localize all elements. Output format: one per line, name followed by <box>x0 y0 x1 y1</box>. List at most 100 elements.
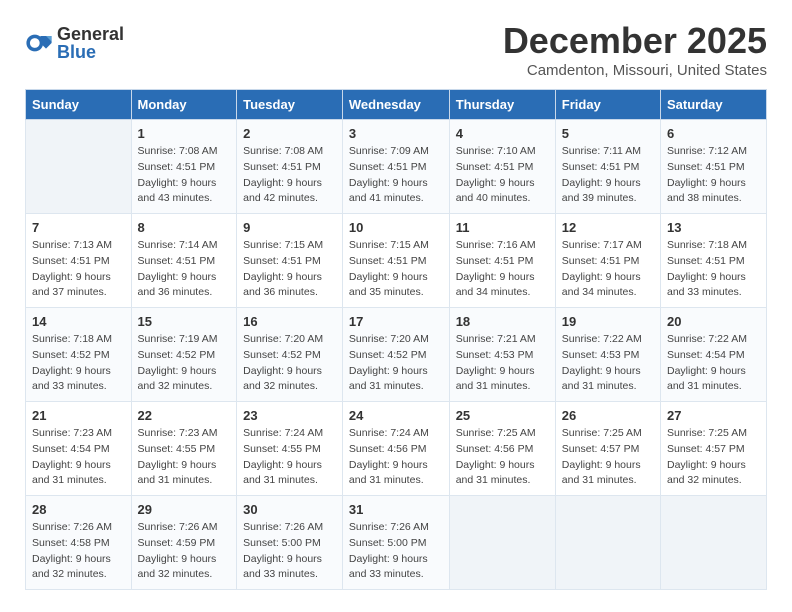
day-number: 13 <box>667 220 760 235</box>
day-number: 16 <box>243 314 336 329</box>
day-number: 15 <box>138 314 231 329</box>
calendar-cell: 13 Sunrise: 7:18 AMSunset: 4:51 PMDayligh… <box>660 214 766 308</box>
day-info: Sunrise: 7:25 AMSunset: 4:57 PMDaylight:… <box>667 426 760 489</box>
day-number: 29 <box>138 502 231 517</box>
logo-blue: Blue <box>57 43 124 61</box>
day-number: 5 <box>562 126 654 141</box>
calendar-cell: 16 Sunrise: 7:20 AMSunset: 4:52 PMDayligh… <box>237 308 343 402</box>
calendar-cell: 17Sunrise: 7:20 AMSunset: 4:52 PMDayligh… <box>342 308 449 402</box>
day-number: 24 <box>349 408 443 423</box>
calendar-week-3: 14Sunrise: 7:18 AMSunset: 4:52 PMDayligh… <box>26 308 767 402</box>
logo-icon <box>25 29 53 57</box>
calendar-cell: 30 Sunrise: 7:26 AMSunset: 5:00 PMDayligh… <box>237 496 343 590</box>
calendar-cell: 4 Sunrise: 7:10 AMSunset: 4:51 PMDaylight… <box>449 120 555 214</box>
calendar-cell: 29Sunrise: 7:26 AMSunset: 4:59 PMDayligh… <box>131 496 237 590</box>
day-info: Sunrise: 7:20 AMSunset: 4:52 PMDaylight:… <box>243 332 336 395</box>
calendar-week-4: 21 Sunrise: 7:23 AMSunset: 4:54 PMDayligh… <box>26 402 767 496</box>
day-number: 9 <box>243 220 336 235</box>
calendar-cell: 26 Sunrise: 7:25 AMSunset: 4:57 PMDayligh… <box>555 402 660 496</box>
day-info: Sunrise: 7:16 AMSunset: 4:51 PMDaylight:… <box>456 238 549 301</box>
day-number: 20 <box>667 314 760 329</box>
calendar-cell: 24 Sunrise: 7:24 AMSunset: 4:56 PMDayligh… <box>342 402 449 496</box>
day-info: Sunrise: 7:19 AMSunset: 4:52 PMDaylight:… <box>138 332 231 395</box>
day-number: 27 <box>667 408 760 423</box>
day-number: 21 <box>32 408 125 423</box>
month-title: December 2025 <box>503 20 767 62</box>
calendar-cell: 31Sunrise: 7:26 AMSunset: 5:00 PMDayligh… <box>342 496 449 590</box>
calendar-cell: 12Sunrise: 7:17 AMSunset: 4:51 PMDayligh… <box>555 214 660 308</box>
day-info: Sunrise: 7:25 AMSunset: 4:57 PMDaylight:… <box>562 426 654 489</box>
day-info: Sunrise: 7:10 AMSunset: 4:51 PMDaylight:… <box>456 144 549 207</box>
calendar-cell: 23Sunrise: 7:24 AMSunset: 4:55 PMDayligh… <box>237 402 343 496</box>
weekday-header-thursday: Thursday <box>449 90 555 120</box>
day-info: Sunrise: 7:18 AMSunset: 4:52 PMDaylight:… <box>32 332 125 395</box>
day-info: Sunrise: 7:18 AMSunset: 4:51 PMDaylight:… <box>667 238 760 301</box>
weekday-header-wednesday: Wednesday <box>342 90 449 120</box>
day-number: 18 <box>456 314 549 329</box>
day-number: 8 <box>138 220 231 235</box>
calendar-cell <box>660 496 766 590</box>
day-info: Sunrise: 7:13 AMSunset: 4:51 PMDaylight:… <box>32 238 125 301</box>
weekday-header-friday: Friday <box>555 90 660 120</box>
day-number: 3 <box>349 126 443 141</box>
day-info: Sunrise: 7:15 AMSunset: 4:51 PMDaylight:… <box>243 238 336 301</box>
day-number: 10 <box>349 220 443 235</box>
calendar-cell: 5 Sunrise: 7:11 AMSunset: 4:51 PMDaylight… <box>555 120 660 214</box>
calendar-cell: 3 Sunrise: 7:09 AMSunset: 4:51 PMDaylight… <box>342 120 449 214</box>
calendar: SundayMondayTuesdayWednesdayThursdayFrid… <box>25 89 767 590</box>
day-info: Sunrise: 7:14 AMSunset: 4:51 PMDaylight:… <box>138 238 231 301</box>
calendar-cell: 20 Sunrise: 7:22 AMSunset: 4:54 PMDayligh… <box>660 308 766 402</box>
calendar-cell: 22Sunrise: 7:23 AMSunset: 4:55 PMDayligh… <box>131 402 237 496</box>
calendar-cell: 19Sunrise: 7:22 AMSunset: 4:53 PMDayligh… <box>555 308 660 402</box>
day-number: 12 <box>562 220 654 235</box>
logo-text: General Blue <box>57 25 124 61</box>
calendar-cell: 6 Sunrise: 7:12 AMSunset: 4:51 PMDaylight… <box>660 120 766 214</box>
day-info: Sunrise: 7:15 AMSunset: 4:51 PMDaylight:… <box>349 238 443 301</box>
day-number: 31 <box>349 502 443 517</box>
day-number: 11 <box>456 220 549 235</box>
day-number: 23 <box>243 408 336 423</box>
day-number: 26 <box>562 408 654 423</box>
day-number: 4 <box>456 126 549 141</box>
location-subtitle: Camdenton, Missouri, United States <box>503 62 767 79</box>
day-info: Sunrise: 7:24 AMSunset: 4:56 PMDaylight:… <box>349 426 443 489</box>
calendar-cell: 1 Sunrise: 7:08 AMSunset: 4:51 PMDaylight… <box>131 120 237 214</box>
day-info: Sunrise: 7:11 AMSunset: 4:51 PMDaylight:… <box>562 144 654 207</box>
title-area: December 2025 Camdenton, Missouri, Unite… <box>503 20 767 79</box>
day-info: Sunrise: 7:23 AMSunset: 4:54 PMDaylight:… <box>32 426 125 489</box>
calendar-cell: 27 Sunrise: 7:25 AMSunset: 4:57 PMDayligh… <box>660 402 766 496</box>
weekday-header-saturday: Saturday <box>660 90 766 120</box>
day-info: Sunrise: 7:21 AMSunset: 4:53 PMDaylight:… <box>456 332 549 395</box>
day-number: 6 <box>667 126 760 141</box>
calendar-cell: 7Sunrise: 7:13 AMSunset: 4:51 PMDaylight… <box>26 214 132 308</box>
day-info: Sunrise: 7:12 AMSunset: 4:51 PMDaylight:… <box>667 144 760 207</box>
weekday-header-row: SundayMondayTuesdayWednesdayThursdayFrid… <box>26 90 767 120</box>
day-number: 1 <box>138 126 231 141</box>
day-number: 2 <box>243 126 336 141</box>
day-number: 30 <box>243 502 336 517</box>
day-info: Sunrise: 7:22 AMSunset: 4:54 PMDaylight:… <box>667 332 760 395</box>
weekday-header-tuesday: Tuesday <box>237 90 343 120</box>
calendar-cell: 28Sunrise: 7:26 AMSunset: 4:58 PMDayligh… <box>26 496 132 590</box>
calendar-cell <box>555 496 660 590</box>
logo: General Blue <box>25 25 124 61</box>
day-number: 25 <box>456 408 549 423</box>
day-info: Sunrise: 7:08 AMSunset: 4:51 PMDaylight:… <box>138 144 231 207</box>
day-info: Sunrise: 7:23 AMSunset: 4:55 PMDaylight:… <box>138 426 231 489</box>
calendar-week-5: 28Sunrise: 7:26 AMSunset: 4:58 PMDayligh… <box>26 496 767 590</box>
day-info: Sunrise: 7:25 AMSunset: 4:56 PMDaylight:… <box>456 426 549 489</box>
calendar-cell <box>449 496 555 590</box>
calendar-header: SundayMondayTuesdayWednesdayThursdayFrid… <box>26 90 767 120</box>
calendar-cell: 2 Sunrise: 7:08 AMSunset: 4:51 PMDaylight… <box>237 120 343 214</box>
day-number: 19 <box>562 314 654 329</box>
calendar-cell: 11 Sunrise: 7:16 AMSunset: 4:51 PMDayligh… <box>449 214 555 308</box>
day-info: Sunrise: 7:26 AMSunset: 5:00 PMDaylight:… <box>243 520 336 583</box>
calendar-cell: 9 Sunrise: 7:15 AMSunset: 4:51 PMDaylight… <box>237 214 343 308</box>
day-info: Sunrise: 7:20 AMSunset: 4:52 PMDaylight:… <box>349 332 443 395</box>
calendar-cell: 21 Sunrise: 7:23 AMSunset: 4:54 PMDayligh… <box>26 402 132 496</box>
calendar-week-2: 7Sunrise: 7:13 AMSunset: 4:51 PMDaylight… <box>26 214 767 308</box>
day-info: Sunrise: 7:09 AMSunset: 4:51 PMDaylight:… <box>349 144 443 207</box>
day-info: Sunrise: 7:08 AMSunset: 4:51 PMDaylight:… <box>243 144 336 207</box>
calendar-cell <box>26 120 132 214</box>
header: General Blue December 2025 Camdenton, Mi… <box>25 20 767 79</box>
